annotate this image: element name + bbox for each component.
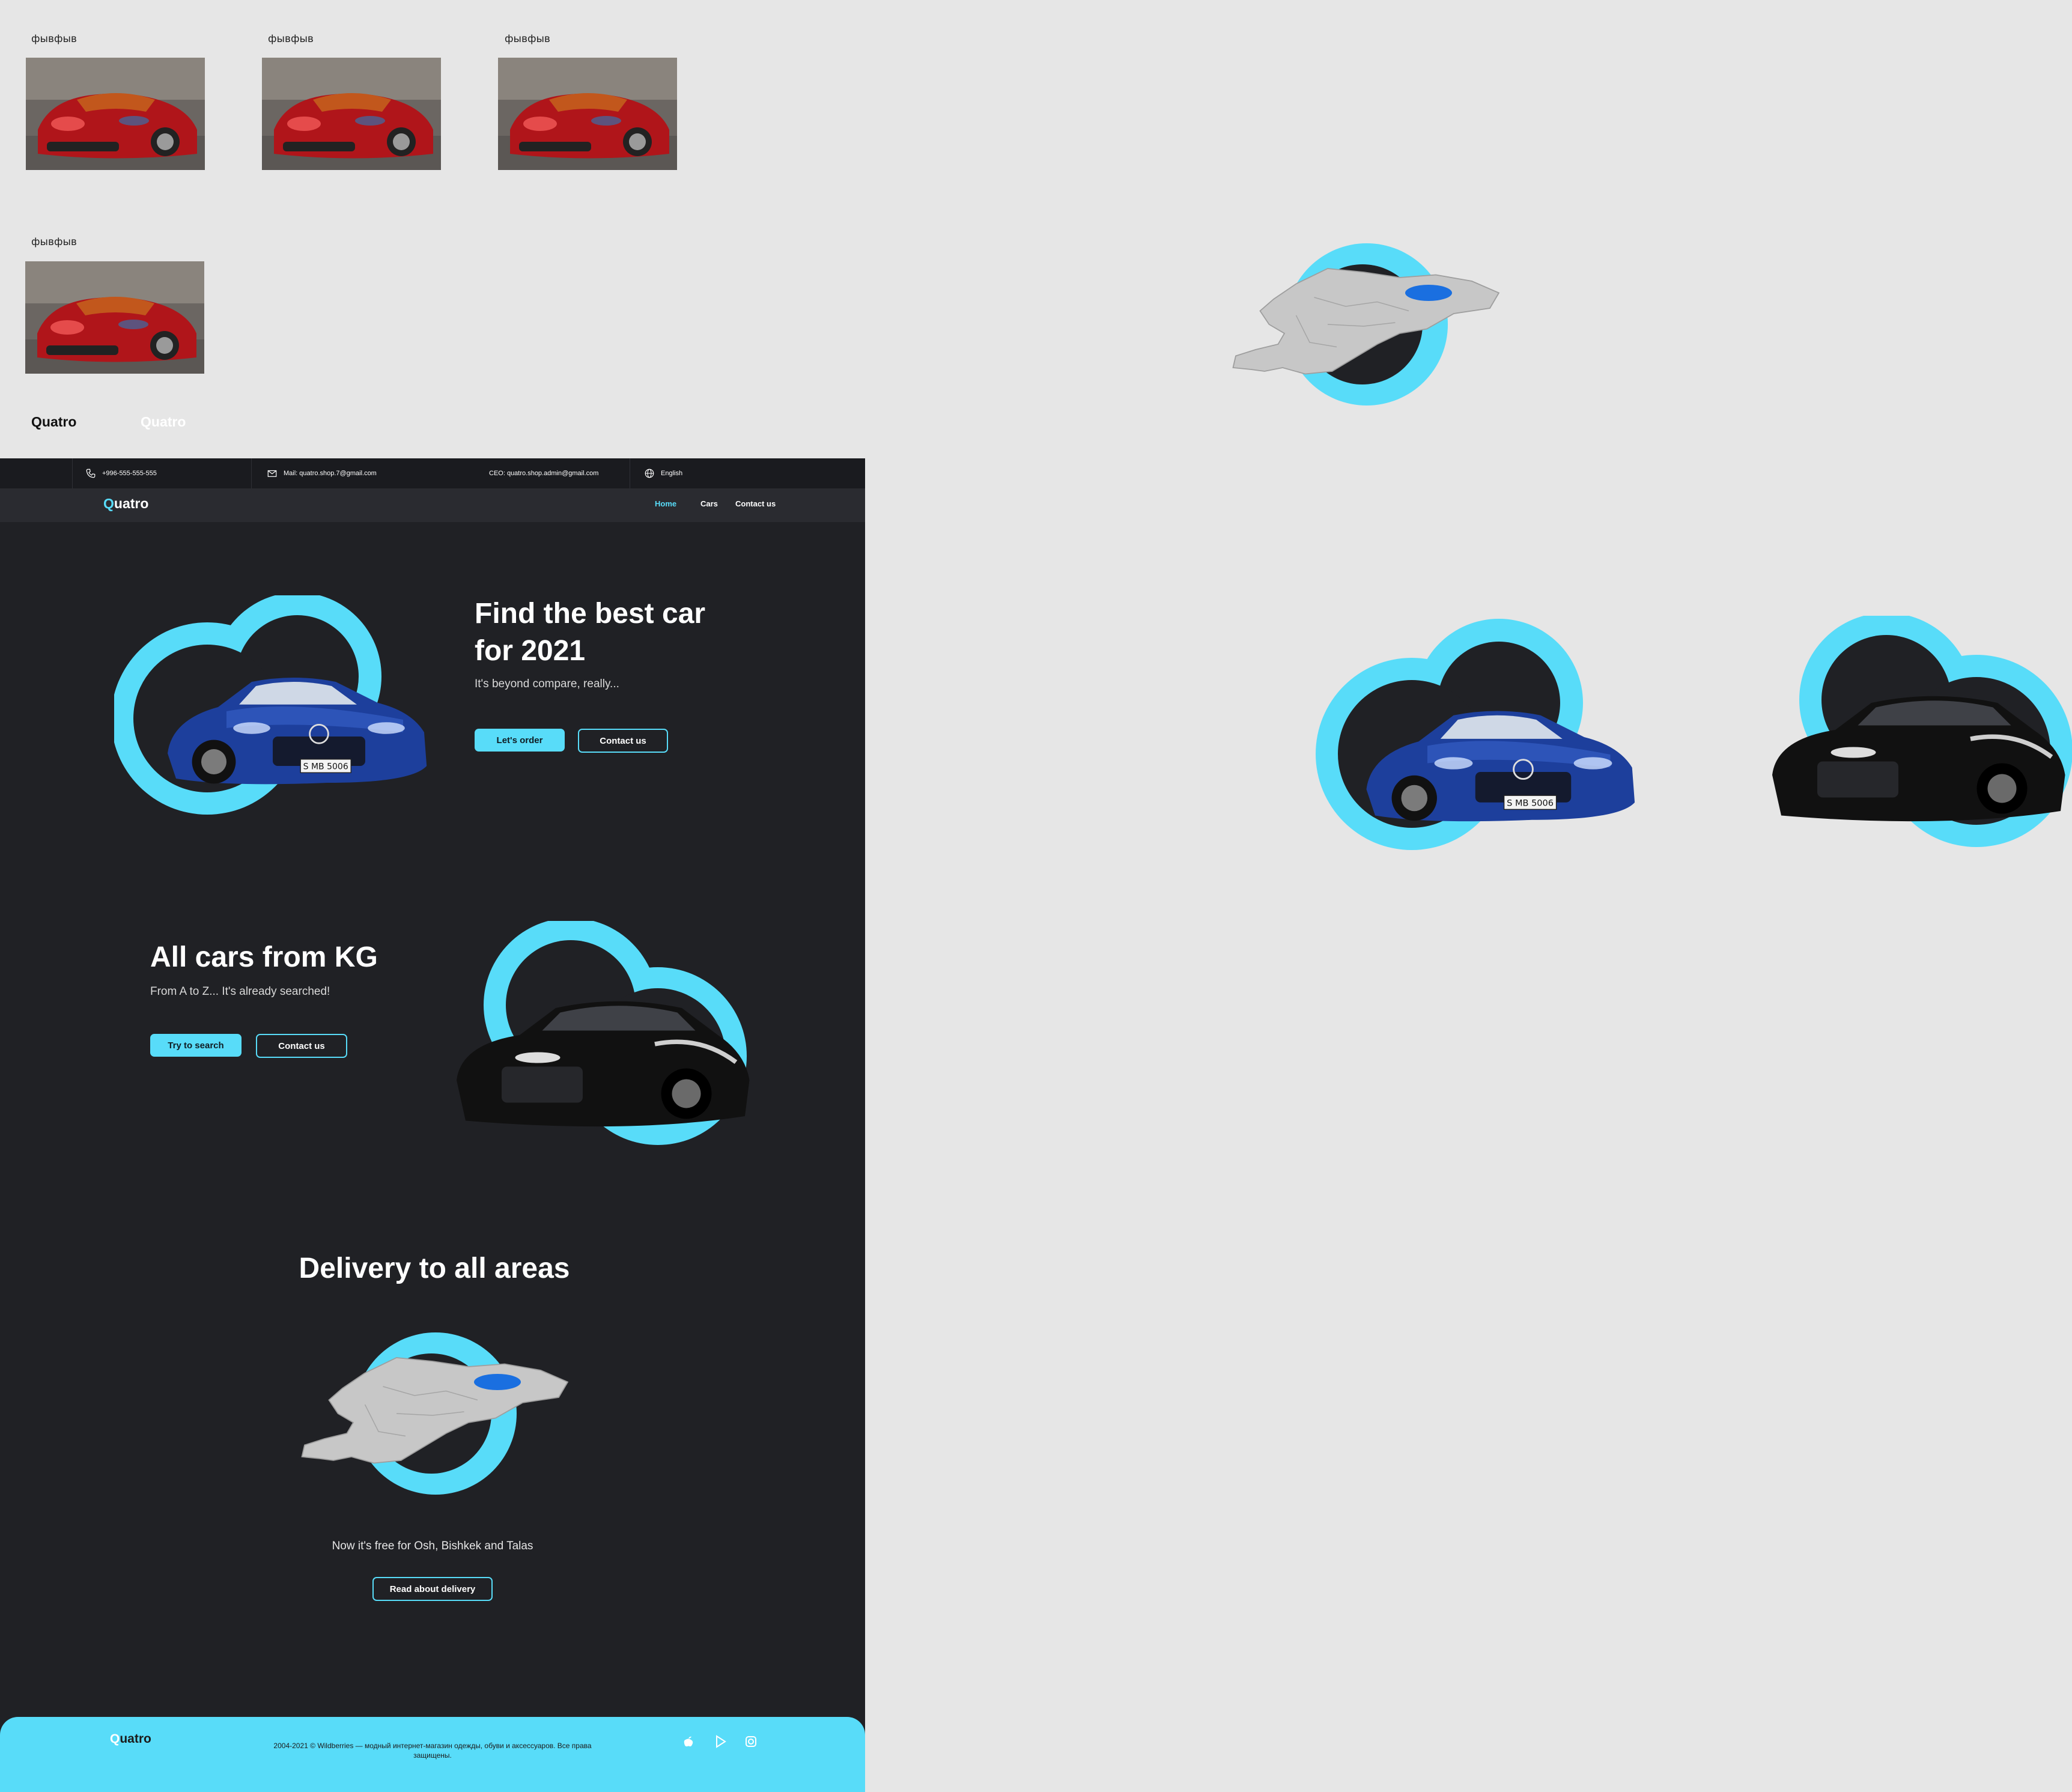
apple-icon[interactable]	[680, 1733, 697, 1750]
section2-title: All cars from KG	[150, 941, 378, 973]
read-delivery-button[interactable]: Read about delivery	[372, 1577, 493, 1601]
mail-contact[interactable]: Mail: quatro.shop.7@gmail.com	[267, 458, 377, 488]
phone-contact[interactable]: +996-555-555-555	[85, 458, 157, 488]
ceo-text: CEO: quatro.shop.admin@gmail.com	[489, 470, 599, 477]
language-switcher[interactable]: English	[644, 458, 682, 488]
card-label: фывфыв	[31, 236, 77, 248]
audi-asset	[1760, 616, 2072, 847]
globe-icon	[645, 469, 654, 478]
car-image[interactable]	[498, 58, 677, 170]
delivery-text: Now it's free for Osh, Bishkek and Talas	[332, 1540, 533, 1552]
car-image[interactable]	[25, 261, 204, 374]
hero-title: Find the best car for 2021	[475, 598, 706, 667]
delivery-map-asset	[1232, 243, 1499, 405]
brand-logo[interactable]: Quatro	[103, 496, 148, 512]
lets-order-button[interactable]: Let's order	[475, 729, 565, 752]
try-search-button[interactable]: Try to search	[150, 1034, 242, 1057]
nav-contact-us[interactable]: Contact us	[735, 499, 776, 508]
delivery-map	[301, 1332, 568, 1495]
delivery-title: Delivery to all areas	[299, 1253, 570, 1284]
section2-subtitle: From A to Z... It's already searched!	[150, 985, 330, 998]
car-image[interactable]	[26, 58, 205, 170]
ceo-contact[interactable]: CEO: quatro.shop.admin@gmail.com	[489, 458, 598, 488]
footer-logo[interactable]: Quatro	[110, 1732, 151, 1746]
instagram-icon[interactable]	[743, 1733, 759, 1750]
topbar: +996-555-555-555 Mail: quatro.shop.7@gma…	[0, 458, 865, 488]
mercedes-asset	[1316, 619, 1636, 850]
card-label: фывфыв	[268, 33, 314, 45]
car-image[interactable]	[262, 58, 441, 170]
nav-cars[interactable]: Cars	[700, 499, 718, 508]
logo-dark: Quatro	[31, 414, 77, 430]
navbar: Quatro Home Cars Contact us	[0, 488, 865, 522]
hero-subtitle: It's beyond compare, really...	[475, 678, 619, 690]
play-store-icon[interactable]	[712, 1733, 729, 1750]
hero-mercedes-image	[114, 595, 428, 815]
mail-icon	[267, 470, 277, 477]
footer-copyright: 2004-2021 © Wildberries — модный интерне…	[273, 1742, 592, 1760]
logo-light: Quatro	[141, 414, 186, 430]
phone-text: +996-555-555-555	[102, 470, 157, 477]
audi-image	[442, 921, 754, 1145]
mail-text: Mail: quatro.shop.7@gmail.com	[284, 470, 377, 477]
footer: Quatro 2004-2021 © Wildberries — модный …	[0, 1717, 865, 1792]
hero-contact-button[interactable]: Contact us	[578, 729, 668, 753]
card-label: фывфыв	[31, 33, 77, 45]
card-label: фывфыв	[505, 33, 550, 45]
section2-contact-button[interactable]: Contact us	[256, 1034, 347, 1058]
nav-home[interactable]: Home	[655, 499, 676, 508]
language-text: English	[661, 470, 683, 477]
website-page: +996-555-555-555 Mail: quatro.shop.7@gma…	[0, 458, 865, 1792]
phone-icon	[86, 469, 96, 478]
